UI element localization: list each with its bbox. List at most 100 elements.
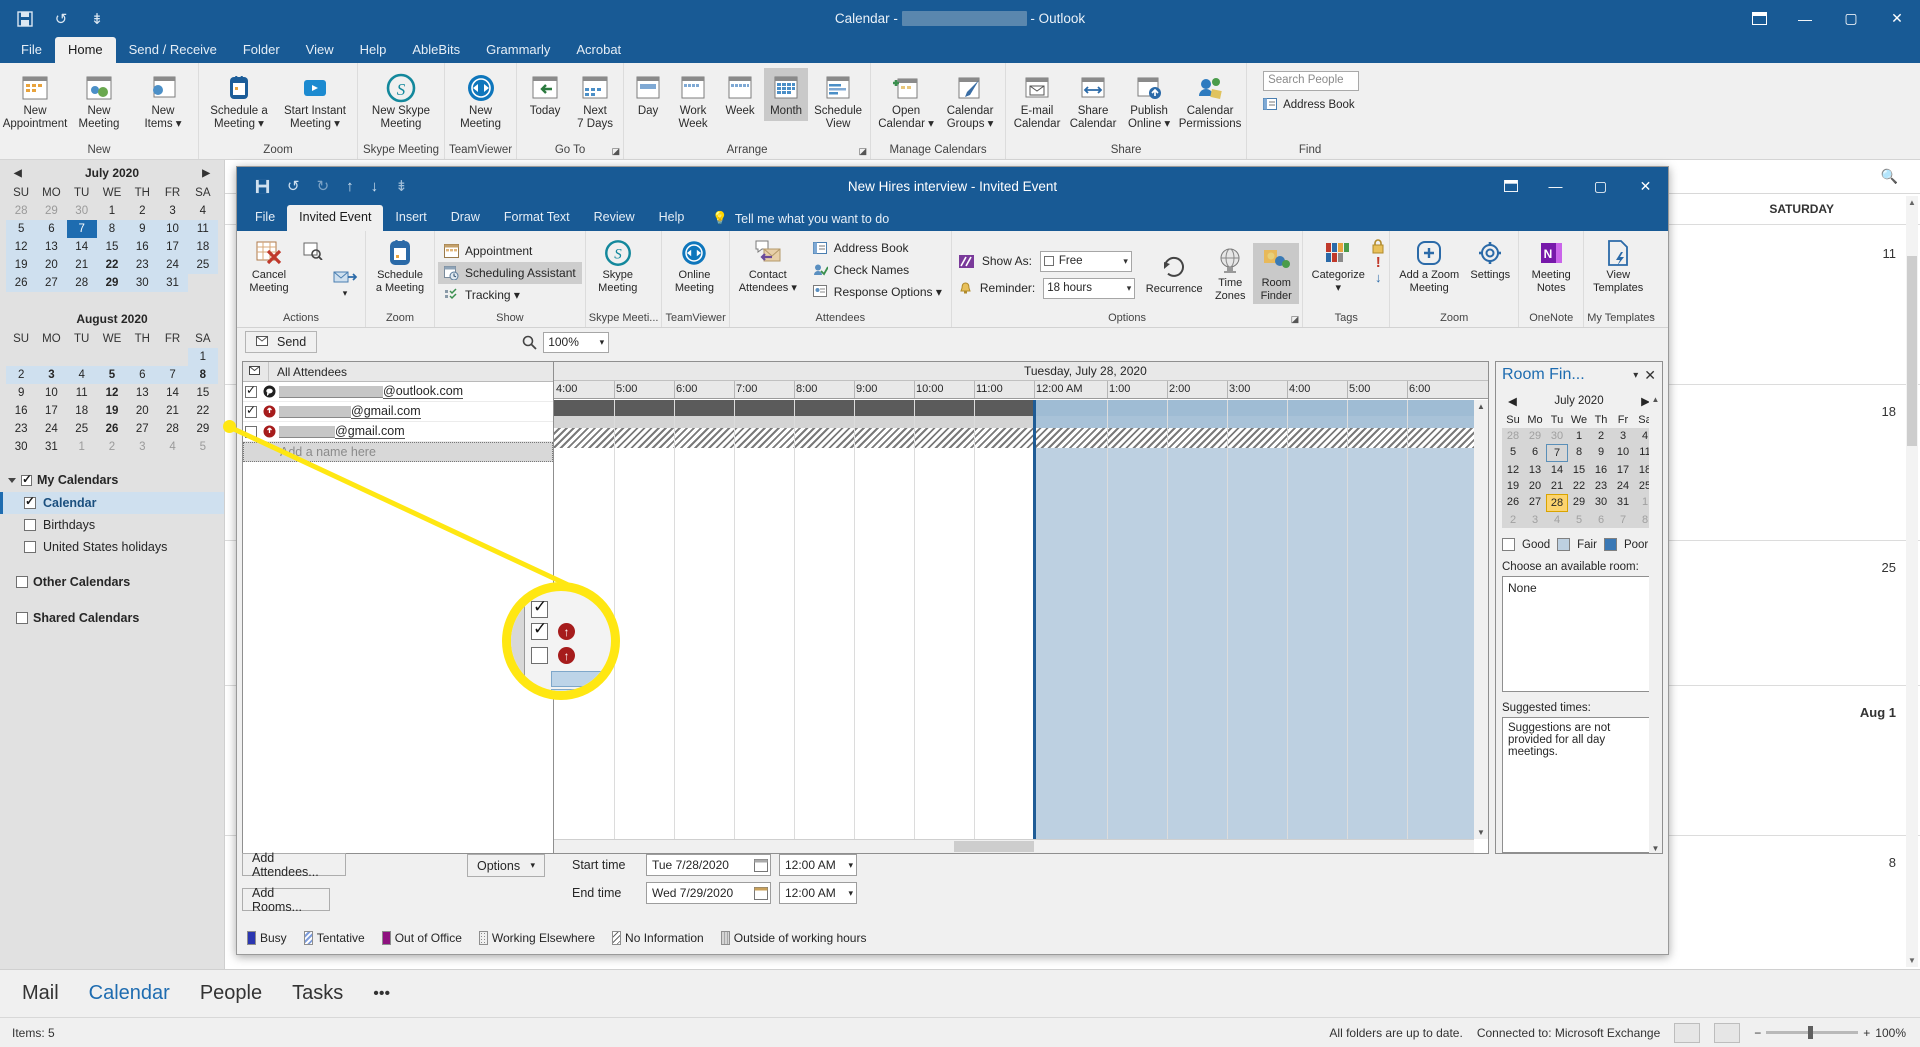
selection-start-marker[interactable] [1033, 400, 1036, 839]
rf-day[interactable]: 17 [1612, 462, 1634, 478]
open-calendar-button[interactable]: Open Calendar ▾ [875, 68, 937, 134]
zoom-schedule-meeting-button[interactable]: Schedule a Meeting [369, 235, 431, 296]
mini-cal-day[interactable]: 5 [188, 438, 218, 456]
nav-mail[interactable]: Mail [22, 982, 59, 1005]
calendar-checkbox[interactable] [24, 494, 36, 509]
mini-cal-day[interactable]: 9 [6, 384, 36, 402]
mini-cal-day[interactable]: 6 [36, 220, 67, 238]
send-button[interactable]: Send [245, 331, 318, 353]
mini-cal-day[interactable]: 10 [36, 384, 66, 402]
meeting-notes-button[interactable]: N Meeting Notes [1522, 235, 1580, 296]
restore-ribbon-icon[interactable] [1488, 167, 1533, 205]
new-appointment-button[interactable]: New Appointment [3, 68, 67, 134]
low-importance-icon[interactable]: ↓ [1375, 271, 1382, 284]
mini-cal-day[interactable]: 28 [6, 202, 36, 220]
attendee-checkbox[interactable] [243, 403, 259, 418]
my-calendars-checkbox[interactable] [21, 472, 32, 486]
search-icon[interactable]: 🔍 [1881, 168, 1898, 185]
rf-day[interactable]: 4 [1546, 512, 1568, 528]
mini-cal-day[interactable]: 17 [36, 402, 66, 420]
rf-day[interactable]: 23 [1590, 478, 1612, 494]
rf-day-today[interactable]: 28 [1546, 494, 1568, 512]
mini-cal-day[interactable]: 27 [127, 420, 157, 438]
maximize-icon[interactable]: ▢ [1578, 167, 1623, 205]
mini-cal-day[interactable]: 14 [157, 384, 187, 402]
mini-cal-day[interactable]: 14 [66, 238, 97, 256]
room-finder-panel[interactable]: Room Fin... ▾ ✕ ◀ July 2020 ▶ Su Mo Tu W… [1495, 361, 1663, 854]
mini-cal-day[interactable]: 29 [188, 420, 218, 438]
add-rooms-button[interactable]: Add Rooms... [242, 886, 330, 914]
mini-cal-day[interactable]: 26 [6, 274, 37, 292]
mini-cal-day[interactable]: 1 [67, 438, 97, 456]
show-as-combo[interactable]: Free ▾ [1039, 250, 1132, 272]
mini-cal-day[interactable]: 24 [157, 256, 188, 274]
skype-meeting-button[interactable]: S Skype Meeting [589, 235, 647, 296]
zoom-combo[interactable]: 100% ▾ [543, 331, 610, 353]
mini-cal-day[interactable]: 28 [157, 420, 187, 438]
section-shared-calendars[interactable]: Shared Calendars [0, 606, 224, 630]
appointment-command[interactable]: Appointment [438, 240, 538, 262]
tab-draw[interactable]: Draw [439, 205, 492, 231]
mini-cal-day[interactable]: 23 [6, 420, 36, 438]
mini-cal-day[interactable]: 12 [97, 384, 127, 402]
show-as-field[interactable]: Show As: Free ▾ [958, 250, 1135, 272]
mini-cal-day[interactable]: 29 [96, 274, 128, 292]
section-other-calendars[interactable]: Other Calendars [0, 570, 224, 594]
mini-cal-day[interactable]: 5 [6, 220, 37, 238]
scroll-up-icon[interactable]: ▲ [1649, 395, 1662, 404]
magnifier-icon[interactable] [522, 335, 537, 350]
tab-home[interactable]: Home [54, 37, 116, 63]
rf-day[interactable]: 12 [1502, 462, 1524, 478]
mini-cal-day-today[interactable]: 7 [66, 220, 97, 238]
rf-day[interactable]: 15 [1568, 462, 1590, 478]
window-controls[interactable]: — ▢ ✕ [1736, 0, 1920, 37]
high-importance-icon[interactable]: ! [1376, 255, 1381, 270]
attendee-checkbox[interactable] [243, 383, 259, 398]
rf-day[interactable]: 14 [1546, 462, 1568, 478]
private-lock-icon[interactable] [1370, 238, 1386, 254]
tab-invited-event[interactable]: Invited Event [287, 205, 384, 231]
zoom-control[interactable]: 100% ▾ [522, 331, 610, 353]
mini-cal-day[interactable]: 19 [6, 256, 37, 274]
tab-view[interactable]: View [293, 37, 347, 63]
minimize-icon[interactable]: — [1782, 0, 1828, 37]
calendar-vertical-scrollbar[interactable]: ▲ ▼ [1906, 196, 1918, 967]
mini-cal-day[interactable]: 2 [6, 366, 37, 384]
rf-day[interactable]: 26 [1502, 494, 1524, 512]
mini-cal-day[interactable]: 20 [127, 402, 157, 420]
mini-cal-day[interactable]: 3 [127, 438, 157, 456]
mini-cal-day[interactable]: 23 [127, 256, 158, 274]
mini-cal-day[interactable]: 3 [36, 366, 67, 384]
month-view-button[interactable]: Month [764, 68, 809, 121]
mini-cal-day[interactable]: 8 [96, 220, 128, 238]
end-time-input[interactable]: 12:00 AM ▾ [779, 882, 857, 904]
normal-view-button[interactable] [1674, 1022, 1701, 1043]
arrange-dialog-launcher-icon[interactable]: ◪ [859, 146, 868, 157]
schedule-view-button[interactable]: Schedule View [810, 68, 866, 134]
rf-day[interactable]: 13 [1524, 462, 1546, 478]
check-names-command[interactable]: Check Names [807, 259, 948, 281]
tab-file[interactable]: File [8, 37, 55, 63]
schedule-a-meeting-button[interactable]: Schedule a Meeting ▾ [203, 68, 275, 134]
mini-cal-day[interactable]: 13 [127, 384, 157, 402]
week-view-button[interactable]: Week [718, 68, 762, 121]
mini-cal-day[interactable]: 28 [66, 274, 97, 292]
email-calendar-button[interactable]: E-mail Calendar [1010, 68, 1064, 134]
new-items-button[interactable]: New Items ▾ [132, 68, 194, 134]
maximize-icon[interactable]: ▢ [1828, 0, 1874, 37]
mini-cal-day[interactable]: 30 [6, 438, 36, 456]
rf-day[interactable]: 9 [1590, 444, 1612, 462]
cancel-meeting-button[interactable]: Cancel Meeting [240, 235, 298, 296]
rf-day[interactable]: 19 [1502, 478, 1524, 494]
forward-button[interactable]: ▾ [328, 246, 362, 301]
rf-day[interactable]: 28 [1502, 428, 1524, 444]
inner-window-controls[interactable]: — ▢ ✕ [1488, 167, 1668, 205]
quick-access-toolbar[interactable]: ↺ ⇟ [0, 8, 108, 30]
mini-cal-day[interactable]: 15 [96, 238, 128, 256]
tab-file[interactable]: File [243, 205, 287, 231]
new-skype-meeting-button[interactable]: S New Skype Meeting [362, 68, 440, 134]
tracking-command[interactable]: Tracking ▾ [438, 284, 526, 306]
mini-cal-day[interactable]: 31 [36, 438, 66, 456]
customize-qat-icon[interactable]: ⇟ [86, 8, 108, 30]
mini-cal-day[interactable]: 1 [187, 348, 218, 366]
